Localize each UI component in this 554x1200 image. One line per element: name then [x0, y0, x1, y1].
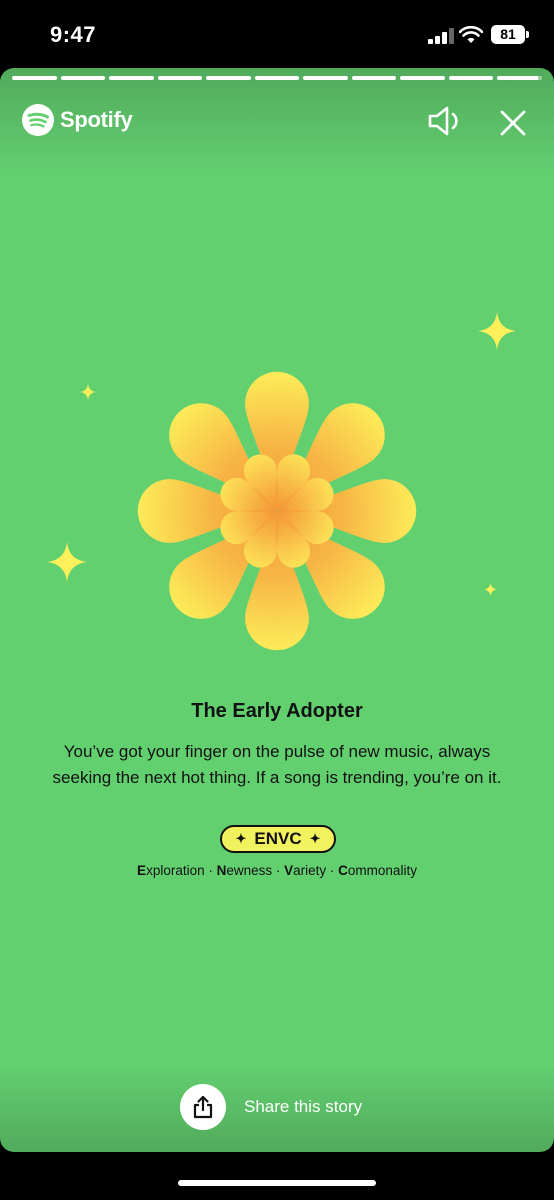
persona-title: The Early Adopter	[191, 700, 363, 722]
progress-segment	[254, 76, 300, 80]
home-indicator	[178, 1180, 376, 1186]
share-story-button[interactable]: Share this story	[180, 1084, 362, 1130]
persona-description: You’ve got your finger on the pulse of n…	[52, 742, 502, 787]
story-progress	[12, 76, 543, 80]
trait-item: Commonality	[338, 863, 417, 878]
progress-segment	[109, 76, 154, 80]
sparkle-icon	[478, 312, 516, 350]
sparkle-icon: ✦	[235, 831, 247, 846]
trait-item: Newness	[216, 863, 273, 878]
persona-traits: Exploration · Newness · Variety · Common…	[137, 863, 417, 878]
story-card[interactable]: Spotify The Early Adopter You’ve got you…	[0, 68, 554, 1152]
progress-segment	[400, 76, 445, 80]
wifi-icon	[459, 26, 483, 43]
progress-segment	[497, 76, 543, 80]
battery-level: 81	[491, 25, 525, 44]
progress-segment	[351, 76, 397, 80]
progress-segment	[157, 76, 203, 80]
trait-item: Variety	[284, 863, 327, 878]
speaker-icon[interactable]	[426, 104, 466, 138]
share-icon[interactable]	[180, 1084, 226, 1130]
progress-segment	[12, 76, 57, 80]
sparkle-icon	[484, 583, 497, 596]
progress-segment	[303, 76, 348, 80]
close-icon[interactable]	[496, 106, 530, 140]
brand-name: Spotify	[60, 107, 133, 132]
status-bar: 9:47 81	[0, 0, 554, 68]
cellular-signal-icon	[428, 28, 454, 44]
progress-segment	[206, 76, 251, 80]
trait-item: Exploration	[137, 863, 205, 878]
sparkle-icon: ✦	[309, 831, 321, 846]
persona-code-badge: ✦ ENVC ✦	[220, 825, 336, 853]
battery-icon	[526, 31, 529, 38]
spotify-logo: Spotify	[22, 104, 133, 136]
share-story-label[interactable]: Share this story	[244, 1097, 362, 1117]
status-time: 9:47	[50, 22, 97, 47]
sparkle-icon	[80, 384, 96, 400]
flower-illustration	[137, 371, 417, 651]
spotify-logo-icon	[22, 104, 54, 136]
persona-code: ENVC	[254, 829, 302, 848]
progress-segment	[448, 76, 494, 80]
sparkle-icon	[47, 542, 87, 582]
progress-segment	[60, 76, 106, 80]
